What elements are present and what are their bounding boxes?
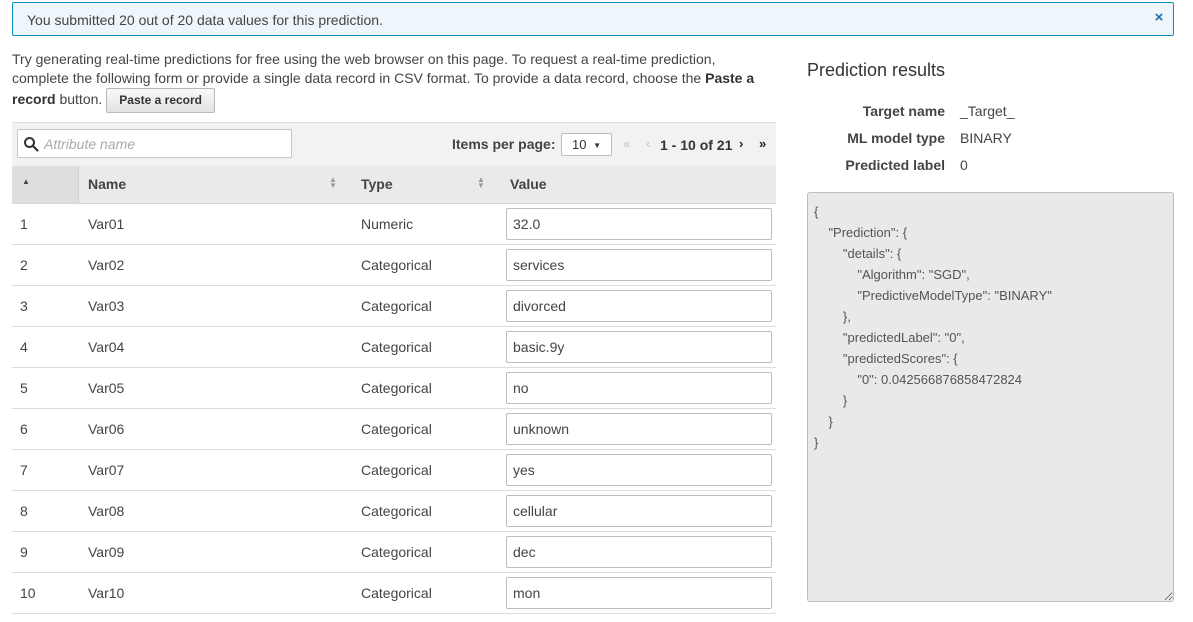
table-row: 2 Var02 Categorical xyxy=(12,245,776,286)
value-input[interactable] xyxy=(506,208,772,240)
column-header-type[interactable]: Type xyxy=(361,176,393,192)
value-input[interactable] xyxy=(506,372,772,404)
index-column-header[interactable]: ▲ xyxy=(12,166,79,203)
row-type: Categorical xyxy=(361,380,432,396)
table-row: 7 Var07 Categorical xyxy=(12,450,776,491)
value-input[interactable] xyxy=(506,454,772,486)
row-name: Var02 xyxy=(88,257,125,273)
table-row: 6 Var06 Categorical xyxy=(12,409,776,450)
row-name: Var05 xyxy=(88,380,125,396)
row-type: Categorical xyxy=(361,421,432,437)
items-per-page-label: Items per page: xyxy=(452,136,556,152)
value-input[interactable] xyxy=(506,536,772,568)
banner-message: You submitted 20 out of 20 data values f… xyxy=(27,12,383,28)
row-name: Var06 xyxy=(88,421,125,437)
value-input[interactable] xyxy=(506,331,772,363)
caret-down-icon: ▼ xyxy=(593,141,601,150)
row-name: Var01 xyxy=(88,216,125,232)
row-index: 4 xyxy=(20,339,28,355)
search-icon xyxy=(24,137,39,152)
intro-text: Try generating real-time predictions for… xyxy=(12,50,772,113)
row-name: Var09 xyxy=(88,544,125,560)
row-type: Categorical xyxy=(361,462,432,478)
predicted-label-label: Predicted label xyxy=(845,157,945,173)
last-page-icon[interactable]: » xyxy=(759,136,766,151)
row-type: Categorical xyxy=(361,257,432,273)
row-name: Var04 xyxy=(88,339,125,355)
row-index: 10 xyxy=(20,585,36,601)
row-type: Categorical xyxy=(361,339,432,355)
info-banner: You submitted 20 out of 20 data values f… xyxy=(12,2,1174,36)
table-row: 5 Var05 Categorical xyxy=(12,368,776,409)
pagination-range: 1 - 10 of 21 xyxy=(660,137,733,153)
target-name-label: Target name xyxy=(862,103,945,119)
row-index: 8 xyxy=(20,503,28,519)
row-index: 9 xyxy=(20,544,28,560)
row-type: Categorical xyxy=(361,585,432,601)
table-row: 1 Var01 Numeric xyxy=(12,204,776,245)
value-input[interactable] xyxy=(506,495,772,527)
value-input[interactable] xyxy=(506,413,772,445)
table-header: ▲ Name ▲ ▼ Type ▲ ▼ Value xyxy=(12,166,776,204)
items-per-page-value: 10 xyxy=(572,137,587,152)
attribute-search xyxy=(17,129,292,158)
row-index: 6 xyxy=(20,421,28,437)
model-type-value: BINARY xyxy=(960,130,1012,146)
next-page-icon[interactable]: › xyxy=(739,136,743,151)
sort-icon[interactable]: ▲ ▼ xyxy=(477,176,485,190)
row-name: Var07 xyxy=(88,462,125,478)
table-row: 8 Var08 Categorical xyxy=(12,491,776,532)
target-name-value: _Target_ xyxy=(960,103,1015,119)
value-input[interactable] xyxy=(506,290,772,322)
row-index: 5 xyxy=(20,380,28,396)
column-header-name[interactable]: Name xyxy=(88,176,126,192)
row-index: 1 xyxy=(20,216,28,232)
row-index: 3 xyxy=(20,298,28,314)
row-type: Numeric xyxy=(361,216,414,232)
predicted-label-value: 0 xyxy=(960,157,968,173)
paste-record-button[interactable]: Paste a record xyxy=(106,88,215,113)
prediction-json-output[interactable]: { "Prediction": { "details": { "Algorith… xyxy=(807,192,1174,602)
close-icon[interactable]: × xyxy=(1151,8,1167,28)
row-type: Categorical xyxy=(361,298,432,314)
column-header-value: Value xyxy=(510,176,547,192)
intro-text-part-1: Try generating real-time predictions for… xyxy=(12,51,716,86)
table-row: 3 Var03 Categorical xyxy=(12,286,776,327)
value-input[interactable] xyxy=(506,577,772,609)
items-per-page-select[interactable]: 10 ▼ xyxy=(561,133,612,156)
table-toolbar: Items per page: 10 ▼ « ‹ 1 - 10 of 21 › … xyxy=(12,122,776,166)
prev-page-icon[interactable]: ‹ xyxy=(646,136,650,151)
row-type: Categorical xyxy=(361,503,432,519)
row-name: Var03 xyxy=(88,298,125,314)
table-row: 4 Var04 Categorical xyxy=(12,327,776,368)
prediction-results-title: Prediction results xyxy=(807,60,946,80)
sort-asc-icon: ▲ xyxy=(22,177,30,186)
intro-text-part-2: button. xyxy=(55,91,103,108)
model-type-label: ML model type xyxy=(847,130,945,146)
sort-icon[interactable]: ▲ ▼ xyxy=(329,176,337,190)
row-type: Categorical xyxy=(361,544,432,560)
row-index: 2 xyxy=(20,257,28,273)
search-input[interactable] xyxy=(42,133,287,154)
row-name: Var08 xyxy=(88,503,125,519)
first-page-icon[interactable]: « xyxy=(623,136,630,151)
row-name: Var10 xyxy=(88,585,125,601)
value-input[interactable] xyxy=(506,249,772,281)
row-index: 7 xyxy=(20,462,28,478)
table-row: 10 Var10 Categorical xyxy=(12,573,776,614)
table-row: 9 Var09 Categorical xyxy=(12,532,776,573)
